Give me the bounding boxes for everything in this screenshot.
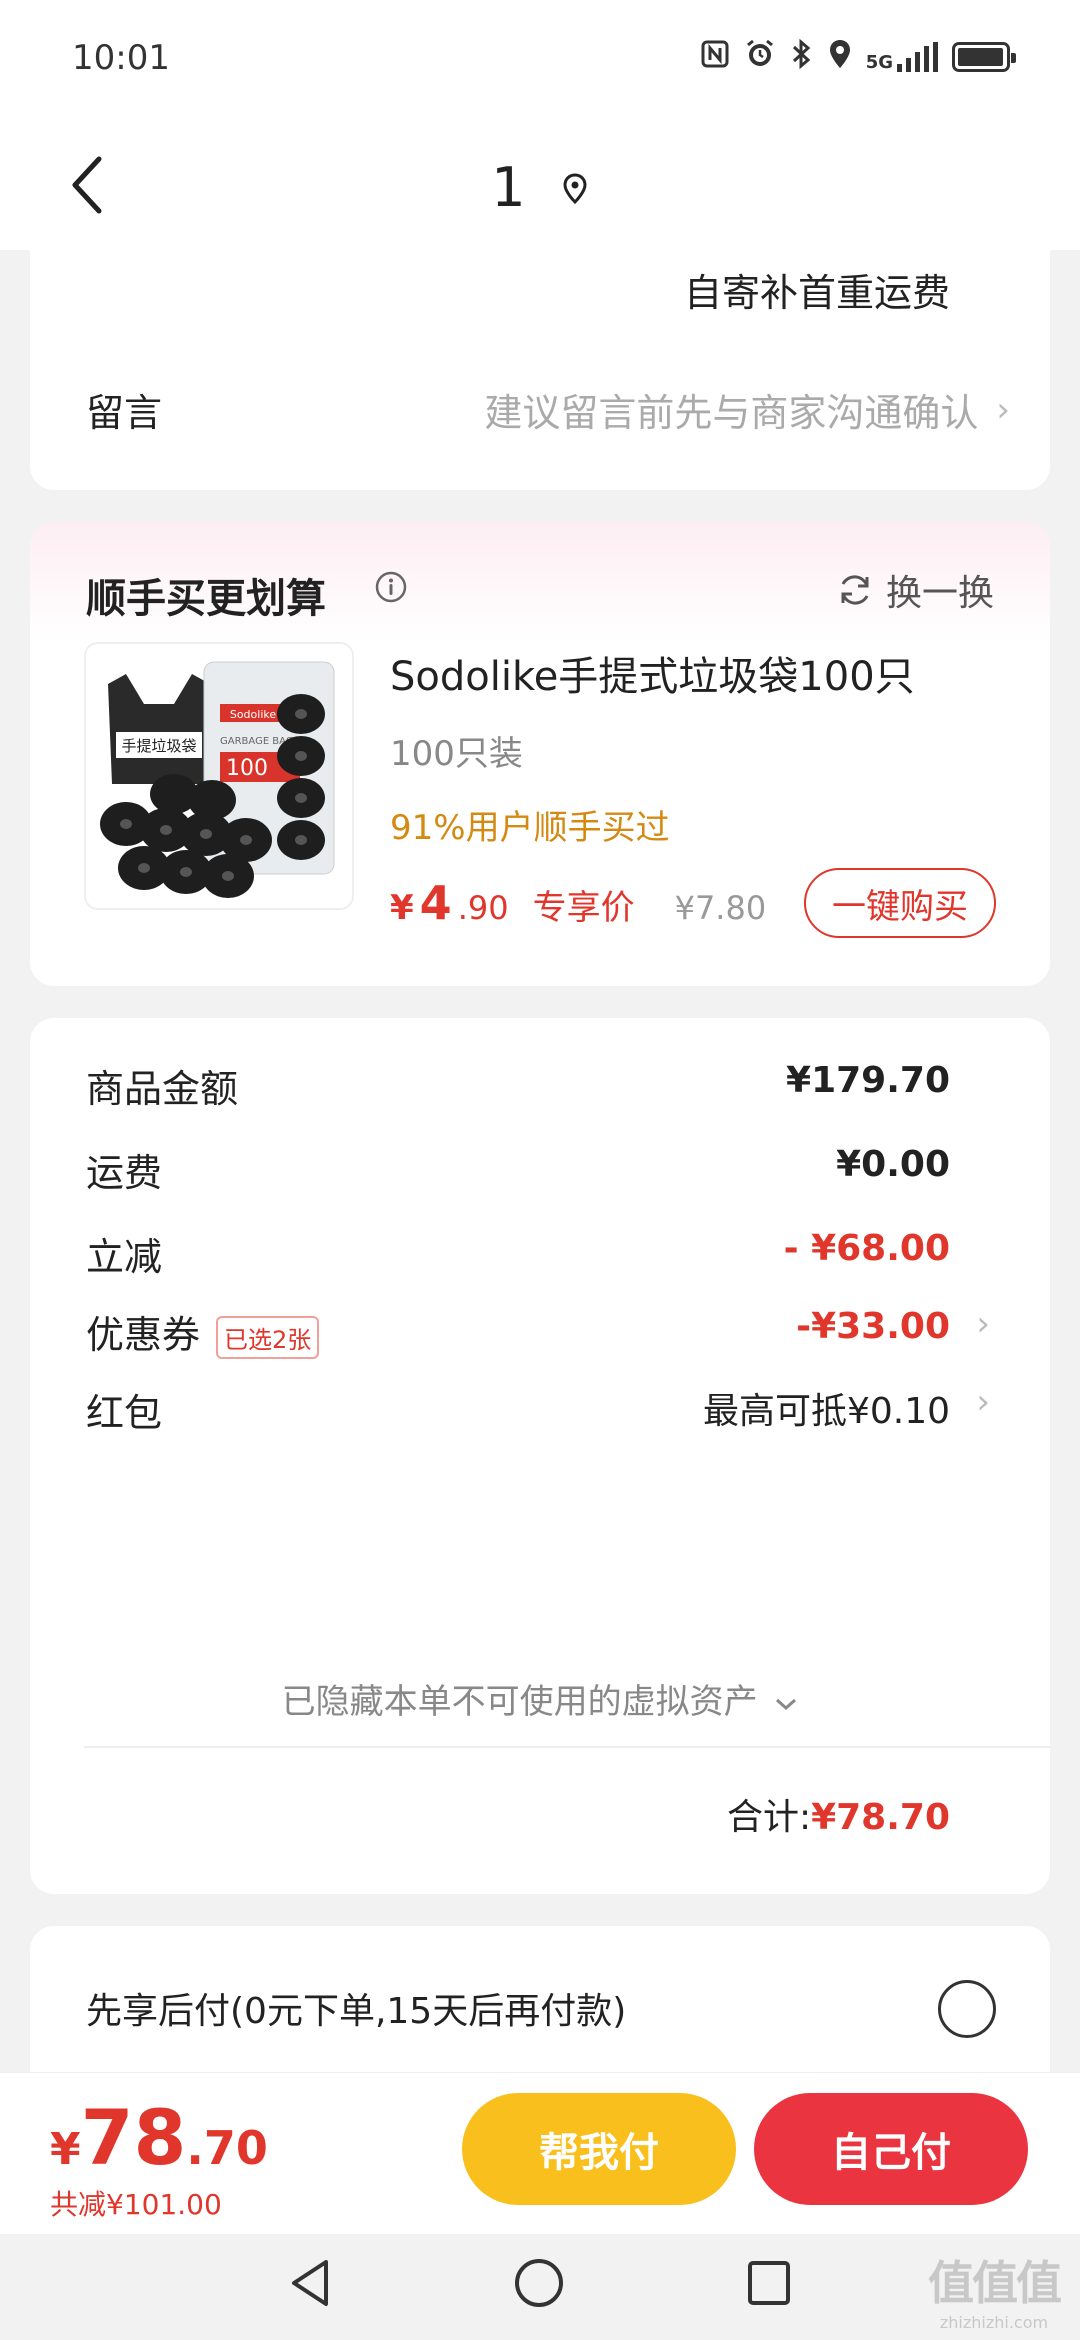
swap-button[interactable]: 换一换	[836, 564, 994, 616]
pay-later-label: 先享后付(0元下单,15天后再付款)	[86, 1991, 627, 2032]
bottom-action-bar: ¥ 78 .70 共减¥101.00 帮我付 自己付	[0, 2072, 1080, 2234]
original-price: ¥7.80	[674, 889, 767, 927]
product-name[interactable]: Sodolike手提式垃圾袋100只	[390, 644, 915, 702]
nav-recents-icon[interactable]	[744, 2256, 794, 2310]
summary-total: 合计:¥78.70	[727, 1788, 950, 1840]
page-title-group: 1	[0, 152, 1080, 219]
watermark-url: zhizhizhi.com	[939, 2313, 1049, 2332]
status-time: 10:01	[72, 38, 170, 78]
system-nav-bar: 值值值 zhizhizhi.com	[0, 2234, 1080, 2340]
coupon-badge: 已选2张	[216, 1316, 320, 1359]
network-type: 5G	[865, 52, 893, 73]
location-icon	[828, 38, 852, 76]
nfc-icon	[700, 39, 730, 75]
message-field[interactable]: 建议留言前先与商家沟通确认 ›	[484, 382, 1010, 437]
price-decimal: .90	[457, 889, 509, 927]
chevron-down-icon	[776, 1698, 797, 1710]
order-info-card: 自寄补首重运费 留言 建议留言前先与商家沟通确认 ›	[30, 250, 1050, 490]
nav-home-icon[interactable]	[512, 2256, 566, 2310]
redpacket-label: 红包	[86, 1391, 163, 1435]
refresh-icon	[841, 575, 869, 605]
product-image[interactable]: 手提垃圾袋 Sodolike GARBAGE BAGS 100	[84, 642, 354, 910]
summary-card: 商品金额 ¥179.70 运费 ¥0.00 立减 - ¥68.00 优惠券 已选2…	[30, 1018, 1050, 1894]
info-icon[interactable]	[374, 570, 408, 608]
product-purchase-rate: 91%用户顺手买过	[390, 808, 670, 848]
pay-later-radio[interactable]	[938, 1980, 996, 2038]
product-spec: 100只装	[390, 734, 523, 774]
swap-label: 换一换	[885, 573, 994, 614]
chevron-right-icon: ›	[996, 389, 1010, 430]
coupon-value[interactable]: -¥33.00	[796, 1306, 950, 1347]
page-title: 1	[491, 155, 526, 219]
image-label-bag: 手提垃圾袋	[121, 737, 196, 755]
alarm-icon	[744, 38, 776, 76]
footer-saved: 共减¥101.00	[50, 2188, 222, 2221]
watermark-logo: 值值值	[928, 2256, 1062, 2310]
status-icons: 5G	[700, 38, 1016, 76]
redpacket-chevron-icon[interactable]: ›	[976, 1382, 990, 1422]
coupon-row[interactable]: 优惠券 已选2张	[86, 1304, 320, 1359]
total-value: ¥78.70	[811, 1797, 950, 1838]
footer-total: ¥ 78 .70	[50, 2093, 268, 2182]
freight-label: 运费	[86, 1151, 163, 1195]
coupon-label: 优惠券	[86, 1313, 201, 1357]
location-pin-icon[interactable]	[561, 156, 589, 219]
footer-currency: ¥	[50, 2124, 81, 2175]
bluetooth-icon	[790, 38, 814, 76]
total-label: 合计:	[726, 1797, 812, 1838]
freight-value: ¥0.00	[836, 1144, 950, 1185]
footer-amount-decimal: .70	[186, 2121, 268, 2175]
watermark: 值值值 zhizhizhi.com	[928, 2247, 1062, 2332]
product-price: ¥ 4 .90 专享价 ¥7.80	[390, 876, 766, 930]
message-label: 留言	[86, 391, 163, 435]
goods-amount-label: 商品金额	[86, 1067, 239, 1111]
goods-amount-value: ¥179.70	[786, 1060, 950, 1101]
nav-back-icon[interactable]	[286, 2256, 336, 2310]
addon-title: 顺手买更划算	[86, 576, 326, 622]
price-integer: 4	[419, 876, 452, 930]
battery-icon	[952, 42, 1016, 72]
hidden-assets-toggle[interactable]: 已隐藏本单不可使用的虚拟资产	[30, 1674, 1050, 1723]
shipping-note: 自寄补首重运费	[683, 271, 950, 315]
signal-icon: 5G	[866, 42, 938, 72]
help-pay-button[interactable]: 帮我付	[462, 2093, 736, 2205]
image-label-count: 100	[226, 756, 268, 781]
image-label-brand: Sodolike	[230, 708, 277, 721]
one-click-buy-button[interactable]: 一键购买	[804, 868, 996, 938]
message-placeholder: 建议留言前先与商家沟通确认	[484, 391, 979, 435]
price-tag: 专享价	[532, 888, 635, 928]
redpacket-value[interactable]: 最高可抵¥0.10	[703, 1382, 950, 1434]
summary-divider	[84, 1746, 1050, 1748]
coupon-chevron-icon[interactable]: ›	[976, 1304, 990, 1344]
nav-bar: 1	[0, 120, 1080, 250]
self-pay-button[interactable]: 自己付	[754, 2093, 1028, 2205]
discount-label: 立减	[86, 1235, 163, 1279]
price-currency: ¥	[390, 888, 414, 928]
addon-card: 顺手买更划算 换一换 手提垃圾袋 Sodolike GARBAGE BAGS 1…	[30, 522, 1050, 986]
hidden-assets-note: 已隐藏本单不可使用的虚拟资产	[281, 1682, 758, 1722]
footer-amount-integer: 78	[80, 2093, 187, 2182]
status-bar: 10:01 5G	[0, 0, 1080, 120]
discount-value: - ¥68.00	[783, 1228, 950, 1269]
